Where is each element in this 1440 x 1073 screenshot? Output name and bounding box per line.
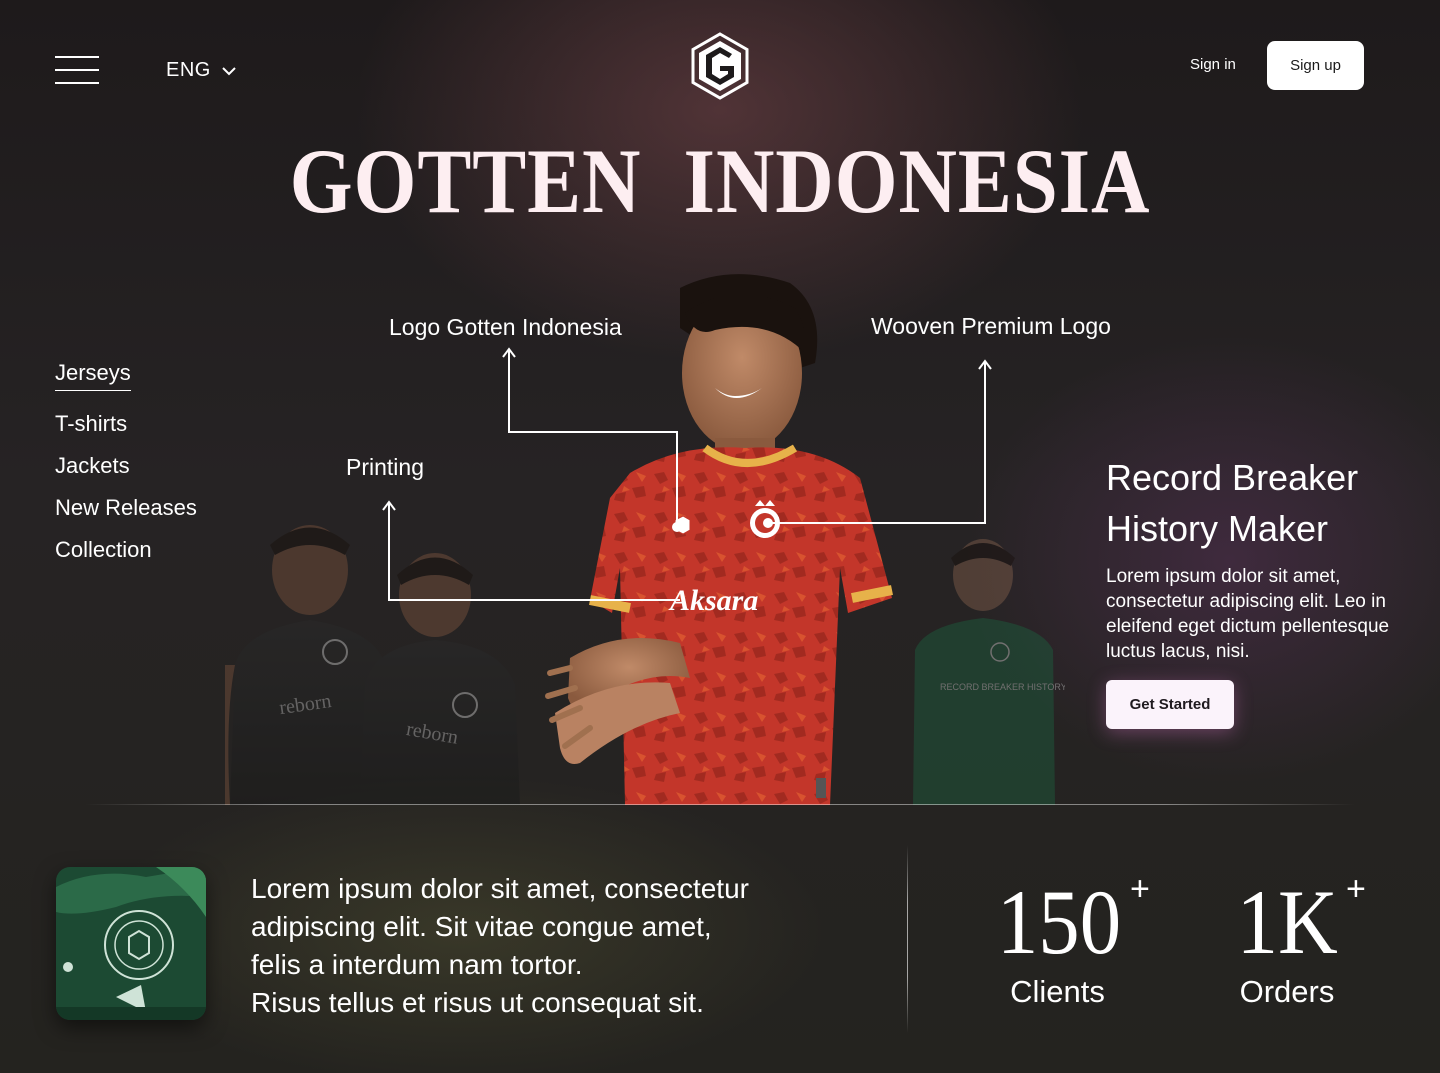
sponsor-print-text: Aksara <box>668 584 758 617</box>
language-label: ENG <box>166 59 211 81</box>
promo-title-line2: History Maker <box>1106 508 1329 549</box>
promo-body: Lorem ipsum dolor sit amet, consectetur … <box>1106 566 1390 662</box>
sign-up-button[interactable]: Sign up <box>1267 41 1364 90</box>
record-breaker-print-text: RECORD BREAKER HISTORY MAKER <box>940 682 1065 692</box>
jersey-closeup-thumbnail[interactable] <box>56 867 206 1020</box>
menu-line <box>55 82 99 84</box>
stat-clients: 150 + Clients <box>990 870 1150 1010</box>
annotation-printing-label: Printing <box>346 454 424 480</box>
stat-orders-label: Orders <box>1239 974 1335 1009</box>
annotation-logo-label: Logo Gotten Indonesia <box>389 314 622 340</box>
promo-block: Record Breaker History Maker Lorem ipsum… <box>1106 452 1406 664</box>
promo-title: Record Breaker History Maker <box>1106 452 1406 554</box>
nav-item-new-releases[interactable]: New Releases <box>55 497 197 519</box>
hamburger-menu-button[interactable] <box>55 56 99 84</box>
chevron-down-icon <box>222 66 236 75</box>
nav-item-jerseys[interactable]: Jerseys <box>55 362 131 391</box>
stat-clients-label: Clients <box>1010 974 1105 1009</box>
menu-line <box>55 69 99 71</box>
section-divider <box>85 804 1355 805</box>
plus-icon: + <box>1130 870 1150 908</box>
description-line2: adipiscing elit. Sit vitae congue amet, <box>251 911 712 942</box>
description-line3: felis a interdum nam tortor. <box>251 949 583 980</box>
stat-orders-value: 1K <box>1236 871 1338 973</box>
description-line4: Risus tellus et risus ut consequat sit. <box>251 987 704 1018</box>
nav-item-tshirts[interactable]: T-shirts <box>55 413 197 435</box>
hero-title: GOTTEN INDONESIA <box>289 130 1151 232</box>
brand-description: Lorem ipsum dolor sit amet, consectetur … <box>251 870 851 1022</box>
annotation-woven-label: Wooven Premium Logo <box>871 313 1111 339</box>
nav-item-jackets[interactable]: Jackets <box>55 455 197 477</box>
stats-divider <box>907 845 908 1033</box>
sign-in-link[interactable]: Sign in <box>1190 56 1236 73</box>
promo-title-line1: Record Breaker <box>1106 457 1359 498</box>
category-nav: Jerseys T-shirts Jackets New Releases Co… <box>55 362 197 581</box>
player-red-jersey-photo: Aksara <box>545 274 893 805</box>
get-started-button[interactable]: Get Started <box>1106 680 1234 729</box>
stat-orders: 1K + Orders <box>1222 870 1365 1010</box>
kids-reborn-jerseys-photo: reborn reborn <box>225 525 520 805</box>
description-line1: Lorem ipsum dolor sit amet, consectetur <box>251 873 749 904</box>
gotten-logo-icon[interactable] <box>690 32 750 100</box>
plus-icon: + <box>1346 870 1366 908</box>
nav-item-collection[interactable]: Collection <box>55 539 197 561</box>
player-green-jersey-photo: RECORD BREAKER HISTORY MAKER <box>913 539 1065 805</box>
menu-line <box>55 56 99 58</box>
stat-clients-value: 150 <box>996 871 1122 973</box>
language-selector[interactable]: ENG <box>166 59 237 82</box>
